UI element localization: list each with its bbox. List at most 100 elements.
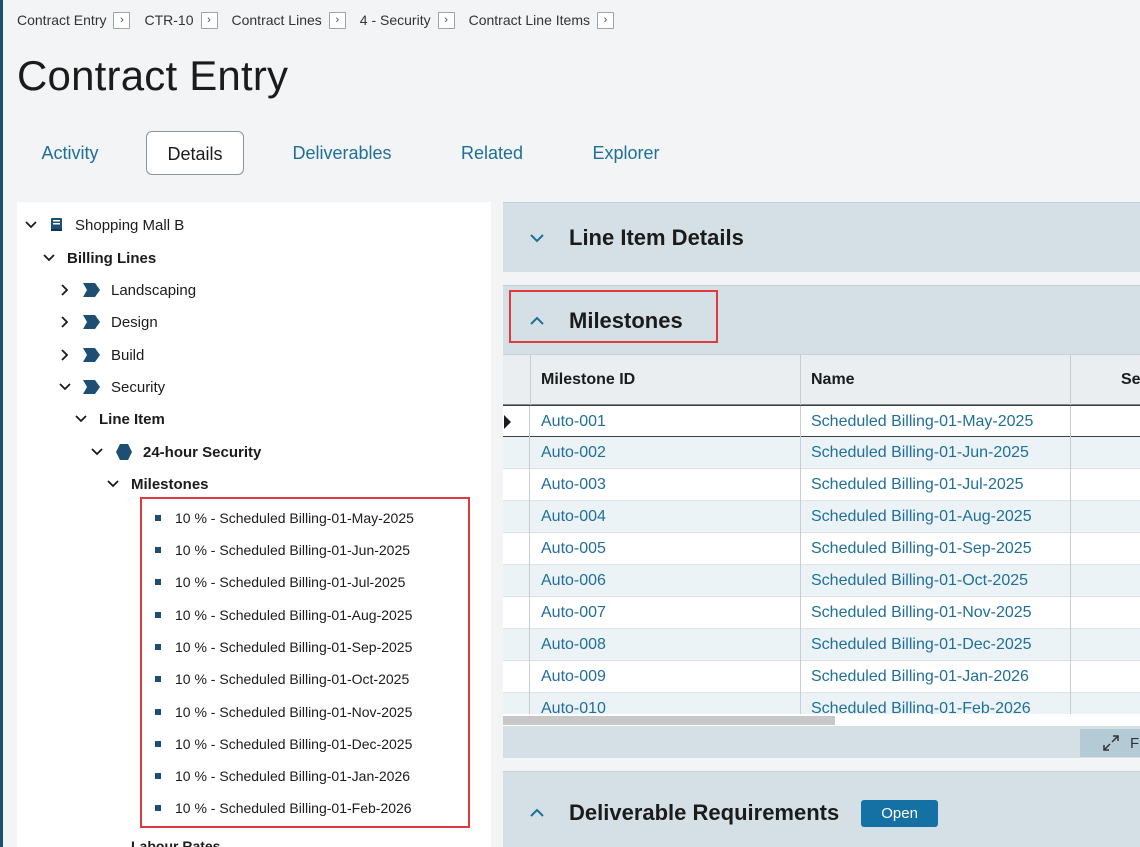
table-row[interactable]: Auto-008 Scheduled Billing-01-Dec-2025 — [503, 629, 1140, 661]
tree-node-design[interactable]: Design — [57, 308, 158, 336]
breadcrumb-item[interactable]: Contract Lines › — [232, 11, 346, 29]
chevron-down-icon[interactable] — [57, 379, 73, 395]
milestone-name-cell[interactable]: Scheduled Billing-01-Sep-2025 — [801, 533, 1071, 565]
chevron-down-icon[interactable] — [41, 250, 57, 266]
row-selector[interactable] — [503, 629, 530, 661]
grid-cell[interactable] — [1071, 469, 1140, 501]
breadcrumb-label[interactable]: Contract Line Items — [469, 12, 590, 28]
column-header-milestone-id[interactable]: Milestone ID — [531, 355, 801, 405]
breadcrumb-label[interactable]: CTR-10 — [144, 12, 193, 28]
row-selector[interactable] — [503, 533, 530, 565]
milestone-name-cell[interactable]: Scheduled Billing-01-Jun-2025 — [801, 437, 1071, 469]
grid-cell[interactable] — [1071, 693, 1140, 716]
milestone-id-cell[interactable]: Auto-003 — [531, 469, 801, 501]
tree-node-billing-lines[interactable]: Billing Lines — [41, 244, 156, 272]
chevron-down-icon[interactable] — [529, 230, 545, 246]
grid-cell[interactable] — [1071, 437, 1140, 469]
table-row[interactable]: Auto-004 Scheduled Billing-01-Aug-2025 — [503, 501, 1140, 533]
tree-node-root[interactable]: Shopping Mall B — [23, 211, 184, 239]
row-selector[interactable] — [503, 501, 530, 533]
grid-cell[interactable] — [1071, 661, 1140, 693]
chevron-right-icon[interactable]: › — [113, 11, 131, 29]
milestone-id-cell[interactable]: Auto-006 — [531, 565, 801, 597]
breadcrumb-item[interactable]: 4 - Security › — [360, 11, 455, 29]
milestone-id-cell[interactable]: Auto-010 — [531, 693, 801, 716]
chevron-down-icon[interactable] — [73, 411, 89, 427]
chevron-right-icon[interactable]: › — [200, 11, 218, 29]
table-row[interactable]: Auto-009 Scheduled Billing-01-Jan-2026 — [503, 661, 1140, 693]
horizontal-scrollbar[interactable] — [503, 714, 1140, 726]
table-row[interactable]: Auto-001 Scheduled Billing-01-May-2025 — [503, 405, 1140, 438]
tree-node-labour-rates[interactable]: Labour Rates — [131, 832, 220, 847]
tree-node-24-hour-security[interactable]: 24-hour Security — [89, 438, 261, 466]
chevron-up-icon[interactable] — [529, 805, 545, 821]
tree-node-line-item[interactable]: Line Item — [73, 405, 165, 433]
row-selector[interactable] — [503, 437, 530, 469]
grid-cell[interactable] — [1071, 501, 1140, 533]
table-row[interactable]: Auto-010 Scheduled Billing-01-Feb-2026 — [503, 693, 1140, 716]
milestone-name-cell[interactable]: Scheduled Billing-01-Dec-2025 — [801, 629, 1071, 661]
milestone-id-cell[interactable]: Auto-009 — [531, 661, 801, 693]
section-header[interactable]: Line Item Details — [503, 208, 744, 268]
tree-node-build[interactable]: Build — [57, 341, 144, 369]
milestone-id-cell[interactable]: Auto-004 — [531, 501, 801, 533]
chevron-right-icon[interactable] — [57, 347, 73, 363]
tab-related[interactable]: Related — [451, 131, 533, 175]
row-selector[interactable] — [503, 565, 530, 597]
chevron-right-icon[interactable] — [57, 282, 73, 298]
breadcrumb-item[interactable]: Contract Entry › — [17, 11, 131, 29]
open-status-badge[interactable]: Open — [861, 799, 938, 827]
milestone-name-cell[interactable]: Scheduled Billing-01-Nov-2025 — [801, 597, 1071, 629]
section-header[interactable]: Deliverable Requirements Open — [503, 783, 938, 843]
tab-activity[interactable]: Activity — [25, 131, 115, 175]
breadcrumb-label[interactable]: Contract Lines — [232, 12, 322, 28]
row-selector[interactable] — [503, 693, 530, 716]
grid-cell[interactable] — [1071, 565, 1140, 597]
chevron-right-icon[interactable]: › — [437, 11, 455, 29]
milestone-id-cell[interactable]: Auto-007 — [531, 597, 801, 629]
milestone-id-cell[interactable]: Auto-005 — [531, 533, 801, 565]
tab-explorer[interactable]: Explorer — [584, 131, 668, 175]
scrollbar-thumb[interactable] — [503, 716, 835, 725]
breadcrumb-label[interactable]: 4 - Security — [360, 12, 431, 28]
tab-deliverables[interactable]: Deliverables — [285, 131, 399, 175]
table-row[interactable]: Auto-007 Scheduled Billing-01-Nov-2025 — [503, 597, 1140, 629]
tree-node-security[interactable]: Security — [57, 373, 165, 401]
fullscreen-button[interactable]: F — [1080, 729, 1140, 757]
table-row[interactable]: Auto-003 Scheduled Billing-01-Jul-2025 — [503, 469, 1140, 501]
chevron-down-icon[interactable] — [105, 476, 121, 492]
milestone-name-cell[interactable]: Scheduled Billing-01-Oct-2025 — [801, 565, 1071, 597]
chevron-down-icon[interactable] — [23, 217, 39, 233]
chevron-down-icon[interactable] — [89, 444, 105, 460]
milestone-name-cell[interactable]: Scheduled Billing-01-Jul-2025 — [801, 469, 1071, 501]
grid-cell[interactable] — [1071, 533, 1140, 565]
row-selector[interactable] — [503, 469, 530, 501]
milestone-id-cell[interactable]: Auto-001 — [531, 406, 801, 438]
chevron-right-icon[interactable]: › — [596, 11, 614, 29]
milestone-id-cell[interactable]: Auto-008 — [531, 629, 801, 661]
grid-cell[interactable] — [1071, 406, 1140, 438]
tree-node-landscaping[interactable]: Landscaping — [57, 276, 196, 304]
table-row[interactable]: Auto-005 Scheduled Billing-01-Sep-2025 — [503, 533, 1140, 565]
row-selected-indicator[interactable] — [503, 406, 530, 438]
row-selector[interactable] — [503, 661, 530, 693]
grid-cell[interactable] — [1071, 629, 1140, 661]
chevron-right-icon[interactable]: › — [328, 11, 346, 29]
milestone-name-cell[interactable]: Scheduled Billing-01-May-2025 — [801, 406, 1071, 438]
grid-cell[interactable] — [1071, 597, 1140, 629]
column-header-name[interactable]: Name — [801, 355, 1071, 405]
milestone-id-cell[interactable]: Auto-002 — [531, 437, 801, 469]
table-row[interactable]: Auto-006 Scheduled Billing-01-Oct-2025 — [503, 565, 1140, 597]
row-selector[interactable] — [503, 597, 530, 629]
column-header-se[interactable]: Se — [1071, 355, 1140, 405]
table-row[interactable]: Auto-002 Scheduled Billing-01-Jun-2025 — [503, 437, 1140, 469]
tree-node-milestones[interactable]: Milestones — [105, 470, 209, 498]
tab-details[interactable]: Details — [146, 131, 244, 175]
milestone-name-cell[interactable]: Scheduled Billing-01-Feb-2026 — [801, 693, 1071, 716]
milestone-name-cell[interactable]: Scheduled Billing-01-Aug-2025 — [801, 501, 1071, 533]
breadcrumb-item[interactable]: CTR-10 › — [144, 11, 218, 29]
breadcrumb-label[interactable]: Contract Entry — [17, 12, 106, 28]
breadcrumb-item[interactable]: Contract Line Items › — [469, 11, 614, 29]
milestone-name-cell[interactable]: Scheduled Billing-01-Jan-2026 — [801, 661, 1071, 693]
chevron-right-icon[interactable] — [57, 314, 73, 330]
